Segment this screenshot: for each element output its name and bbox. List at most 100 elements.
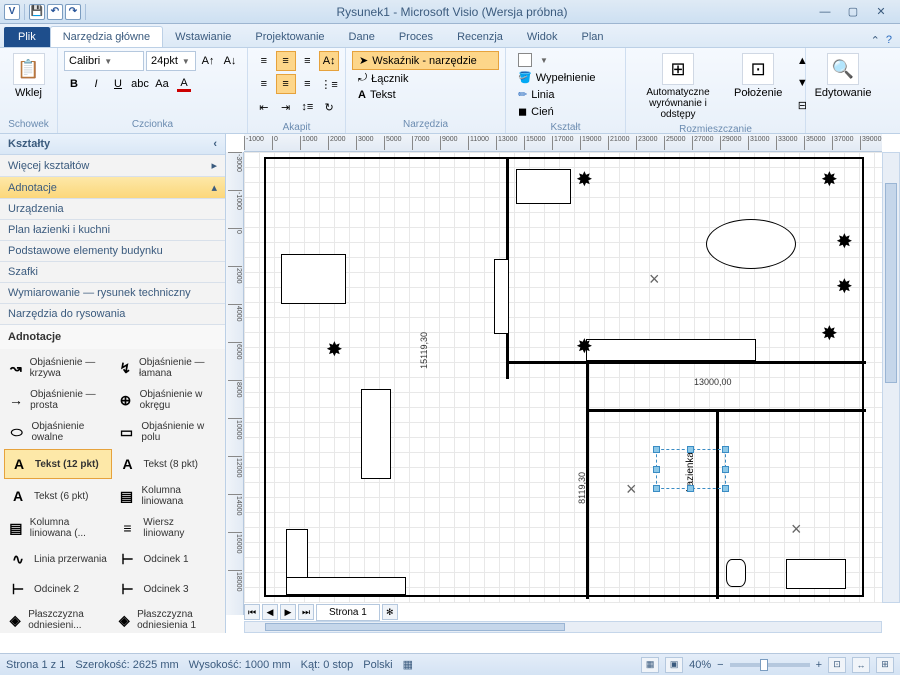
zoom-in-button[interactable]: + [816,659,822,671]
tab-file[interactable]: Plik [4,27,50,47]
ruler-vertical[interactable]: -3000-1000020004000600080001000012000140… [226,152,244,615]
align-left-button[interactable]: ≡ [254,74,274,94]
page-tab-1[interactable]: Strona 1 [316,604,380,621]
decrease-indent-button[interactable]: ⇤ [254,97,274,117]
line-spacing-button[interactable]: ↕≡ [298,97,318,117]
tab-plan[interactable]: Plan [569,27,615,47]
shape-item[interactable]: ◈Płaszczyzna odniesienia 1 [114,605,222,633]
category-devices[interactable]: Urządzenia [0,199,225,220]
shape-item[interactable]: ↝Objaśnienie — krzywa [4,353,112,383]
maximize-button[interactable]: ▢ [840,4,866,20]
tv-unit[interactable] [361,389,391,479]
collapse-icon[interactable]: ‹ [213,138,217,150]
font-color-button[interactable]: A [174,74,194,94]
prev-page-button[interactable]: ◀ [262,604,278,620]
scrollbar-horizontal[interactable] [244,621,882,633]
bathtub[interactable] [786,559,846,589]
view-full-button[interactable]: ▣ [665,657,683,673]
shape-item[interactable]: ⬭Objaśnienie owalne [4,417,112,447]
zoom-out-button[interactable]: − [717,659,723,671]
rotate-text-button[interactable]: ↻ [319,97,339,117]
category-cabinets[interactable]: Szafki [0,262,225,283]
bed[interactable] [281,254,346,304]
close-button[interactable]: ✕ [868,4,894,20]
shadow-button[interactable]: ◼Cień [512,103,619,120]
align-middle-button[interactable]: ≡ [276,51,296,71]
tab-data[interactable]: Dane [337,27,387,47]
align-bottom-button[interactable]: ≡ [298,51,318,71]
connector-tool[interactable]: ⤾Łącznik [352,70,499,87]
first-page-button[interactable]: ⏮ [244,604,260,620]
minimize-ribbon-icon[interactable]: ⌃ [871,34,880,47]
last-page-button[interactable]: ⏭ [298,604,314,620]
scrollbar-vertical[interactable] [882,152,900,603]
selected-shape[interactable]: Łazienka [656,449,726,489]
font-size-combo[interactable]: 24pkt▼ [146,51,196,71]
tab-home[interactable]: Narzędzia główne [50,26,163,47]
align-right-button[interactable]: ≡ [298,74,318,94]
paste-button[interactable]: 📋 Wklej [6,51,51,101]
category-annotations[interactable]: Adnotacje▴ [0,177,225,199]
tab-review[interactable]: Recenzja [445,27,515,47]
shape-item[interactable]: ⊢Odcinek 2 [4,575,112,603]
shape-item[interactable]: ◈Płaszczyzna odniesieni... [4,605,112,633]
tab-insert[interactable]: Wstawianie [163,27,243,47]
pan-button[interactable]: ⊞ [876,657,894,673]
floorplan[interactable]: × × × Łazienka [264,157,864,597]
tab-view[interactable]: Widok [515,27,570,47]
macro-icon[interactable]: ▦ [403,658,413,671]
category-drawing-tools[interactable]: Narzędzia do rysowania [0,304,225,325]
shape-item[interactable]: ATekst (8 pkt) [114,449,222,479]
view-normal-button[interactable]: ▦ [641,657,659,673]
tab-process[interactable]: Proces [387,27,445,47]
edit-button[interactable]: 🔍 Edytowanie [812,51,874,101]
undo-icon[interactable]: ↶ [47,4,63,20]
app-icon[interactable]: V [4,4,20,20]
category-dimensioning[interactable]: Wymiarowanie — rysunek techniczny [0,283,225,304]
category-building[interactable]: Podstawowe elementy budynku [0,241,225,262]
shape-item[interactable]: ATekst (6 pkt) [4,481,112,511]
shape-item[interactable]: ⊢Odcinek 3 [114,575,222,603]
fit-page-button[interactable]: ⊡ [828,657,846,673]
shelf[interactable] [494,259,509,334]
ruler-horizontal[interactable]: -100001000200030005000700090001100013000… [244,134,882,152]
align-top-button[interactable]: ≡ [254,51,274,71]
zoom-level[interactable]: 40% [689,659,711,671]
align-center-button[interactable]: ≡ [276,74,296,94]
shape-item[interactable]: →Objaśnienie — prosta [4,385,112,415]
italic-button[interactable]: I [86,74,106,94]
shape-item[interactable]: ⊕Objaśnienie w okręgu [114,385,222,415]
increase-indent-button[interactable]: ⇥ [276,97,296,117]
underline-button[interactable]: U [108,74,128,94]
help-icon[interactable]: ? [886,34,892,47]
shape-item[interactable]: ≡Wiersz liniowany [114,513,222,543]
shape-item[interactable]: ATekst (12 pkt) [4,449,112,479]
more-shapes[interactable]: Więcej kształtów▸ [0,155,225,177]
line-button[interactable]: ✏Linia [512,86,619,103]
font-name-combo[interactable]: Calibri▼ [64,51,144,71]
case-button[interactable]: Aa [152,74,172,94]
strike-button[interactable]: abc [130,74,150,94]
shape-item[interactable]: ▤Kolumna liniowana (... [4,513,112,543]
new-page-button[interactable]: ✻ [382,604,398,620]
minimize-button[interactable]: — [812,4,838,20]
text-tool[interactable]: ATekst [352,87,499,103]
sofa-1[interactable] [516,169,571,204]
shape-item[interactable]: ▭Objaśnienie w polu [114,417,222,447]
quick-styles[interactable]: ▼ [512,51,619,69]
next-page-button[interactable]: ▶ [280,604,296,620]
bold-button[interactable]: B [64,74,84,94]
toilet[interactable] [726,559,746,587]
pointer-tool[interactable]: ➤Wskaźnik - narzędzie [352,51,499,70]
fit-width-button[interactable]: ↔ [852,657,870,673]
fill-button[interactable]: 🪣Wypełnienie [512,69,619,86]
shape-item[interactable]: ↯Objaśnienie — łamana [114,353,222,383]
category-bathroom[interactable]: Plan łazienki i kuchni [0,220,225,241]
save-icon[interactable]: 💾 [29,4,45,20]
status-lang[interactable]: Polski [363,659,392,671]
grow-font-button[interactable]: A↑ [198,51,218,71]
drawing-canvas[interactable]: × × × Łazienka 15119,30 8119,30 13000,00 [244,152,882,603]
autoalign-button[interactable]: ⊞ Automatyczne wyrównanie i odstępy [632,51,724,122]
shape-item[interactable]: ▤Kolumna liniowana [114,481,222,511]
bullets-button[interactable]: ⋮≡ [319,74,339,94]
